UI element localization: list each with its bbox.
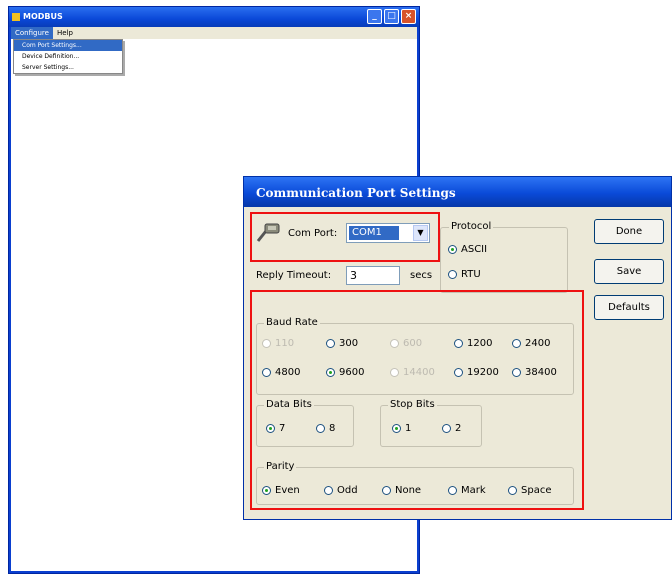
close-icon[interactable]: ×: [401, 9, 416, 24]
app-icon: [12, 13, 20, 21]
menu-help[interactable]: Help: [53, 27, 77, 39]
main-title-bar[interactable]: MODBUS _ □ ×: [9, 7, 419, 27]
configure-dropdown: Com Port Settings... Device Definition..…: [13, 39, 123, 74]
menu-bar: Configure Help: [11, 27, 417, 39]
done-button[interactable]: Done: [594, 219, 664, 244]
serial-settings-highlight-box: [250, 290, 584, 510]
maximize-icon[interactable]: □: [384, 9, 399, 24]
protocol-label: Protocol: [449, 221, 494, 232]
minimize-icon[interactable]: _: [367, 9, 382, 24]
dialog-title[interactable]: Communication Port Settings: [244, 177, 671, 207]
reply-timeout-label: Reply Timeout:: [256, 270, 332, 281]
protocol-rtu-radio[interactable]: RTU: [448, 269, 481, 281]
reply-timeout-input[interactable]: 3: [346, 266, 400, 285]
main-window-title: MODBUS: [23, 12, 63, 21]
save-button[interactable]: Save: [594, 259, 664, 284]
defaults-button[interactable]: Defaults: [594, 295, 664, 320]
com-port-highlight-box: [250, 212, 440, 262]
reply-timeout-unit: secs: [410, 270, 433, 281]
menu-item-com-port-settings[interactable]: Com Port Settings...: [14, 40, 122, 51]
radio-rtu[interactable]: [448, 270, 457, 279]
protocol-group: [440, 227, 568, 293]
protocol-ascii-radio[interactable]: ASCII: [448, 244, 487, 256]
menu-item-device-definition[interactable]: Device Definition...: [14, 51, 122, 62]
menu-configure[interactable]: Configure: [11, 27, 53, 39]
menu-item-server-settings[interactable]: Server Settings...: [14, 62, 122, 73]
radio-ascii[interactable]: [448, 245, 457, 254]
